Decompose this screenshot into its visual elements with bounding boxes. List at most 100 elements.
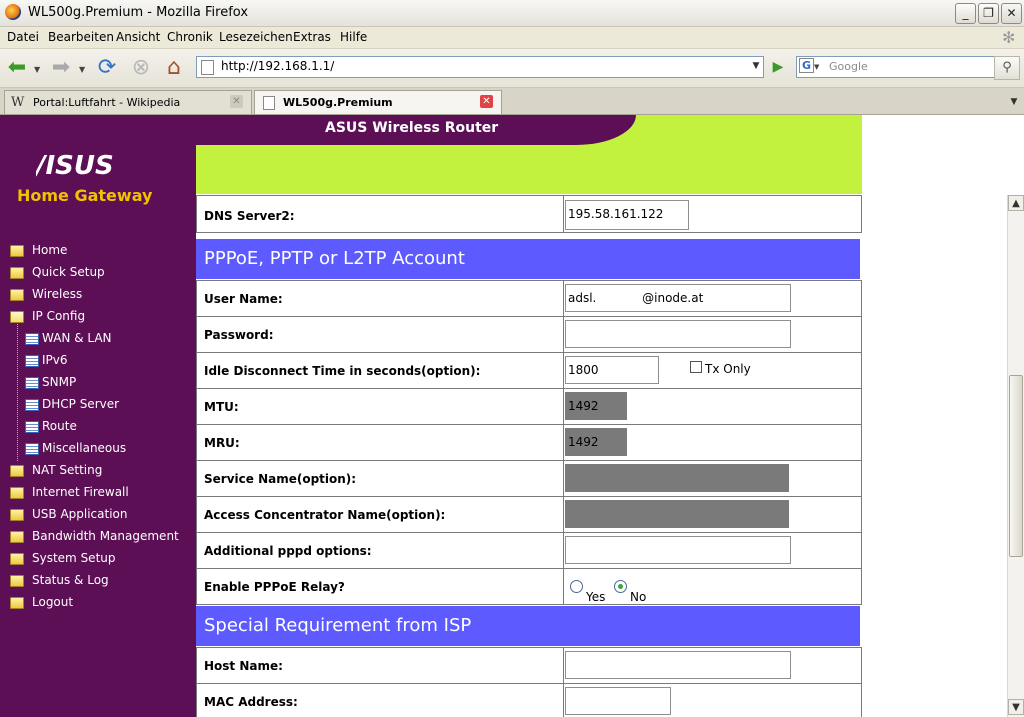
sidebar-item-label: Wireless bbox=[32, 287, 83, 301]
mac-address-input[interactable] bbox=[565, 687, 671, 715]
asus-logo-text: /ISUS bbox=[36, 153, 114, 177]
sidebar-item-label: IP Config bbox=[32, 309, 86, 323]
service-name-input[interactable] bbox=[565, 464, 789, 492]
field-label: MRU: bbox=[204, 436, 240, 450]
page-icon bbox=[25, 355, 39, 367]
pppd-options-input[interactable] bbox=[565, 536, 791, 564]
field-label: Additional pppd options: bbox=[204, 544, 372, 558]
menu-extras[interactable]: Extras bbox=[293, 30, 331, 44]
section-title: PPPoE, PPTP or L2TP Account bbox=[204, 248, 465, 269]
relay-no-label: No bbox=[630, 590, 647, 604]
menu-ansicht[interactable]: Ansicht bbox=[116, 30, 160, 44]
tab-router[interactable]: WL500g.Premium ✕ bbox=[254, 90, 502, 114]
sidebar-item-label: NAT Setting bbox=[32, 463, 103, 477]
folder-icon bbox=[10, 245, 24, 257]
section-header-pppoe: PPPoE, PPTP or L2TP Account bbox=[196, 239, 860, 279]
form-row-mac: MAC Address: bbox=[196, 683, 862, 717]
forward-button[interactable]: ➡ bbox=[47, 54, 75, 82]
tab-close-button[interactable]: ✕ bbox=[480, 95, 493, 108]
url-history-dropdown[interactable]: ▼ bbox=[748, 57, 764, 75]
close-window-button[interactable]: ✕ bbox=[1001, 3, 1022, 24]
form-row-concentrator: Access Concentrator Name(option): bbox=[196, 496, 862, 533]
tab-label: Portal:Luftfahrt - Wikipedia bbox=[33, 96, 181, 109]
relay-yes-label: Yes bbox=[586, 590, 606, 604]
restore-button[interactable]: ❐ bbox=[978, 3, 999, 24]
mru-input[interactable]: 1492 bbox=[565, 428, 627, 456]
stop-button[interactable]: ⊗ bbox=[127, 54, 155, 82]
search-input[interactable]: Google bbox=[829, 60, 868, 73]
window-titlebar: WL500g.Premium - Mozilla Firefox _ ❐ ✕ bbox=[0, 0, 1024, 27]
reload-icon: ⟳ bbox=[97, 55, 117, 80]
folder-icon bbox=[10, 553, 24, 565]
menu-bearbeiten[interactable]: Bearbeiten bbox=[48, 30, 114, 44]
back-button[interactable]: ⬅ bbox=[3, 54, 31, 82]
sidebar-item-label: Bandwidth Management bbox=[32, 529, 179, 543]
tab-close-button[interactable]: ✕ bbox=[230, 95, 243, 108]
menu-hilfe[interactable]: Hilfe bbox=[340, 30, 367, 44]
go-arrow-icon: ▶ bbox=[772, 59, 784, 75]
url-text[interactable]: http://192.168.1.1/ bbox=[221, 59, 334, 73]
sidebar-item-label: Quick Setup bbox=[32, 265, 105, 279]
home-icon: ⌂ bbox=[167, 55, 181, 80]
scroll-thumb[interactable] bbox=[1009, 375, 1023, 557]
page-icon bbox=[25, 377, 39, 389]
mtu-input[interactable]: 1492 bbox=[565, 392, 627, 420]
relay-no-radio[interactable] bbox=[614, 580, 627, 593]
reload-button[interactable]: ⟳ bbox=[93, 54, 121, 82]
folder-icon bbox=[10, 487, 24, 499]
page-icon bbox=[25, 443, 39, 455]
scroll-down-button[interactable]: ▼ bbox=[1008, 699, 1024, 715]
username-input[interactable]: adsl. @inode.at bbox=[565, 284, 791, 312]
vertical-scrollbar[interactable]: ▲ ▼ bbox=[1007, 195, 1024, 717]
menu-bar: Datei Bearbeiten Ansicht Chronik Lesezei… bbox=[0, 27, 1024, 49]
tab-label: WL500g.Premium bbox=[283, 96, 393, 109]
page-icon bbox=[25, 399, 39, 411]
sidebar-item-label: IPv6 bbox=[42, 353, 68, 367]
close-icon: ✕ bbox=[1006, 6, 1017, 20]
menu-lesezeichen[interactable]: Lesezeichen bbox=[219, 30, 293, 44]
password-input[interactable] bbox=[565, 320, 791, 348]
back-arrow-icon: ⬅ bbox=[7, 55, 27, 80]
tx-only-checkbox[interactable] bbox=[690, 361, 702, 373]
minimize-button[interactable]: _ bbox=[955, 3, 976, 24]
dns2-input[interactable]: 195.58.161.122 bbox=[565, 200, 689, 230]
search-button[interactable]: ⚲ bbox=[994, 56, 1020, 80]
sidebar-item-label: DHCP Server bbox=[42, 397, 120, 411]
folder-icon bbox=[10, 509, 24, 521]
folder-icon bbox=[10, 531, 24, 543]
menu-datei[interactable]: Datei bbox=[7, 30, 39, 44]
form-row-relay: Enable PPPoE Relay? Yes No bbox=[196, 568, 862, 605]
hostname-input[interactable] bbox=[565, 651, 791, 679]
chevron-up-icon: ▲ bbox=[1012, 198, 1020, 209]
sidebar-item-label: WAN & LAN bbox=[42, 331, 112, 345]
right-blank-area bbox=[862, 115, 1007, 717]
form-row-mtu: MTU: 1492 bbox=[196, 388, 862, 425]
idle-time-input[interactable]: 1800 bbox=[565, 356, 659, 384]
home-button[interactable]: ⌂ bbox=[160, 54, 188, 82]
sidebar-item-label: System Setup bbox=[32, 551, 116, 565]
relay-yes-radio[interactable] bbox=[570, 580, 583, 593]
tab-wikipedia[interactable]: W Portal:Luftfahrt - Wikipedia ✕ bbox=[4, 90, 252, 114]
folder-icon bbox=[10, 267, 24, 279]
search-bar[interactable]: G ▼ Google bbox=[796, 56, 996, 78]
go-button[interactable]: ▶ bbox=[768, 57, 788, 77]
tab-list-button[interactable]: ▼ bbox=[1006, 94, 1022, 110]
chevron-down-icon: ▼ bbox=[752, 61, 760, 71]
page-favicon-icon bbox=[201, 60, 214, 75]
forward-history-icon[interactable]: ▼ bbox=[79, 65, 85, 74]
form-row-idle: Idle Disconnect Time in seconds(option):… bbox=[196, 352, 862, 389]
search-engine-selector[interactable]: G ▼ bbox=[799, 58, 823, 76]
field-label: Password: bbox=[204, 328, 274, 342]
field-label: Host Name: bbox=[204, 659, 283, 673]
scroll-up-button[interactable]: ▲ bbox=[1008, 195, 1024, 211]
sidebar-item-label: Home bbox=[32, 243, 68, 257]
concentrator-name-input[interactable] bbox=[565, 500, 789, 528]
back-history-icon[interactable]: ▼ bbox=[34, 65, 40, 74]
url-bar[interactable]: http://192.168.1.1/ bbox=[196, 56, 764, 78]
engine-dropdown-icon: ▼ bbox=[814, 63, 820, 71]
forward-arrow-icon: ➡ bbox=[51, 55, 71, 80]
menu-chronik[interactable]: Chronik bbox=[167, 30, 213, 44]
form-row-hostname: Host Name: bbox=[196, 647, 862, 684]
tx-only-label: Tx Only bbox=[705, 362, 751, 376]
folder-open-icon bbox=[10, 311, 24, 323]
